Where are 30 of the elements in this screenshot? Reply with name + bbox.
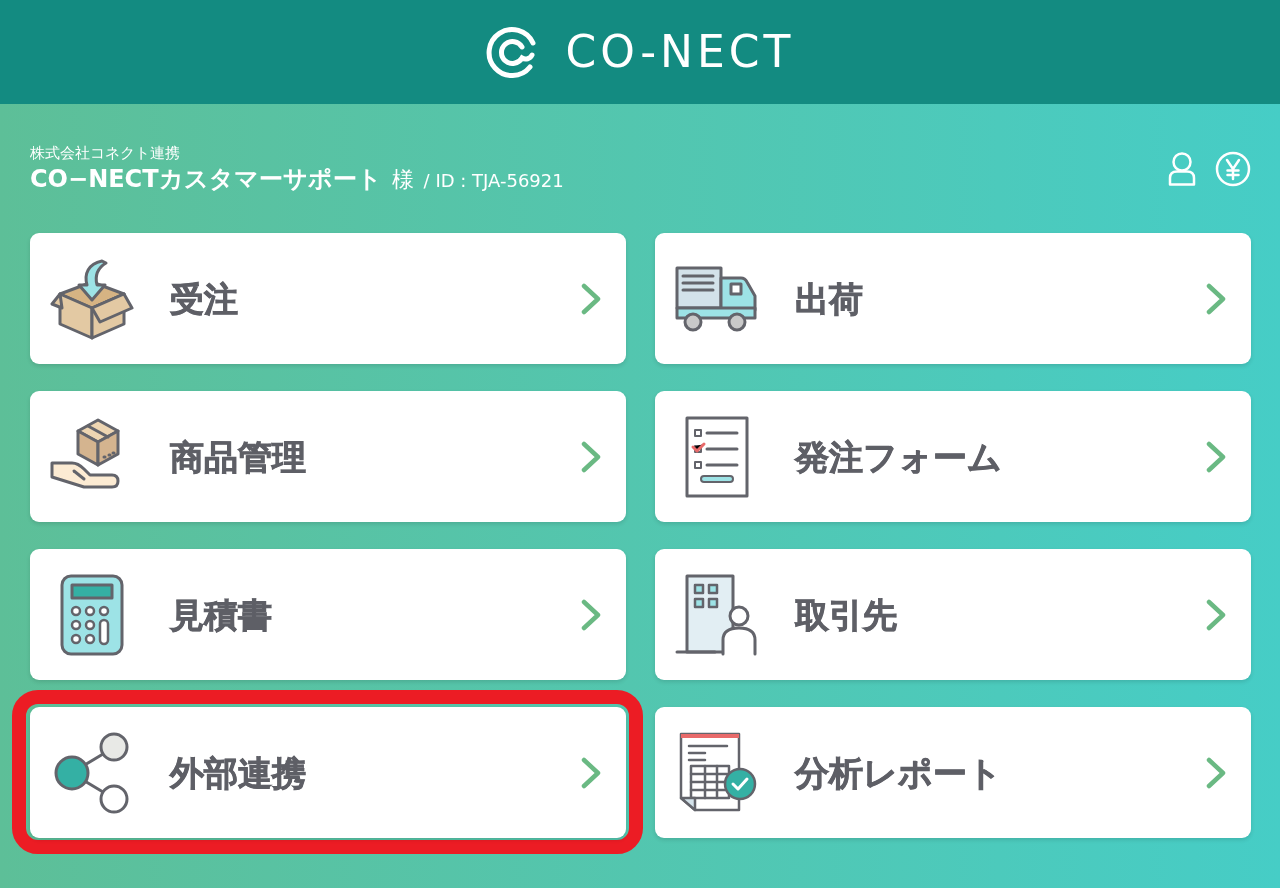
checklist-icon bbox=[685, 415, 749, 498]
chevron-right-icon bbox=[581, 756, 601, 789]
menu-tile[interactable]: 取引先 bbox=[655, 549, 1251, 680]
truck-icon bbox=[675, 265, 759, 332]
menu-tile[interactable]: 外部連携 bbox=[30, 707, 626, 838]
menu-tile[interactable]: 発注フォーム bbox=[655, 391, 1251, 522]
company-name: 株式会社コネクト連携 bbox=[30, 143, 181, 163]
chevron-right-icon bbox=[581, 598, 601, 631]
chevron-right-icon bbox=[1206, 282, 1226, 315]
honorific: 様 bbox=[391, 166, 414, 194]
user-icon[interactable] bbox=[1168, 152, 1196, 186]
box-arrow-icon bbox=[50, 257, 134, 340]
menu-tile[interactable]: 分析レポート bbox=[655, 707, 1251, 838]
customer-name: CO−NECTカスタマーサポート bbox=[30, 164, 382, 195]
chevron-right-icon bbox=[581, 282, 601, 315]
yen-icon[interactable] bbox=[1215, 151, 1251, 187]
chevron-right-icon bbox=[1206, 440, 1226, 473]
menu-tile[interactable]: 見積書 bbox=[30, 549, 626, 680]
logo-text: CO-NECT bbox=[565, 30, 795, 74]
menu-tile[interactable]: 受注 bbox=[30, 233, 626, 364]
menu-tile[interactable]: 商品管理 bbox=[30, 391, 626, 522]
building-person-icon bbox=[675, 573, 759, 656]
menu-tile[interactable]: 出荷 bbox=[655, 233, 1251, 364]
report-icon bbox=[677, 731, 757, 814]
chevron-right-icon bbox=[1206, 598, 1226, 631]
customer-id: / ID : TJA-56921 bbox=[423, 169, 564, 193]
chevron-right-icon bbox=[1206, 756, 1226, 789]
share-icon bbox=[53, 731, 131, 814]
calculator-icon bbox=[60, 573, 124, 656]
chevron-right-icon bbox=[581, 440, 601, 473]
